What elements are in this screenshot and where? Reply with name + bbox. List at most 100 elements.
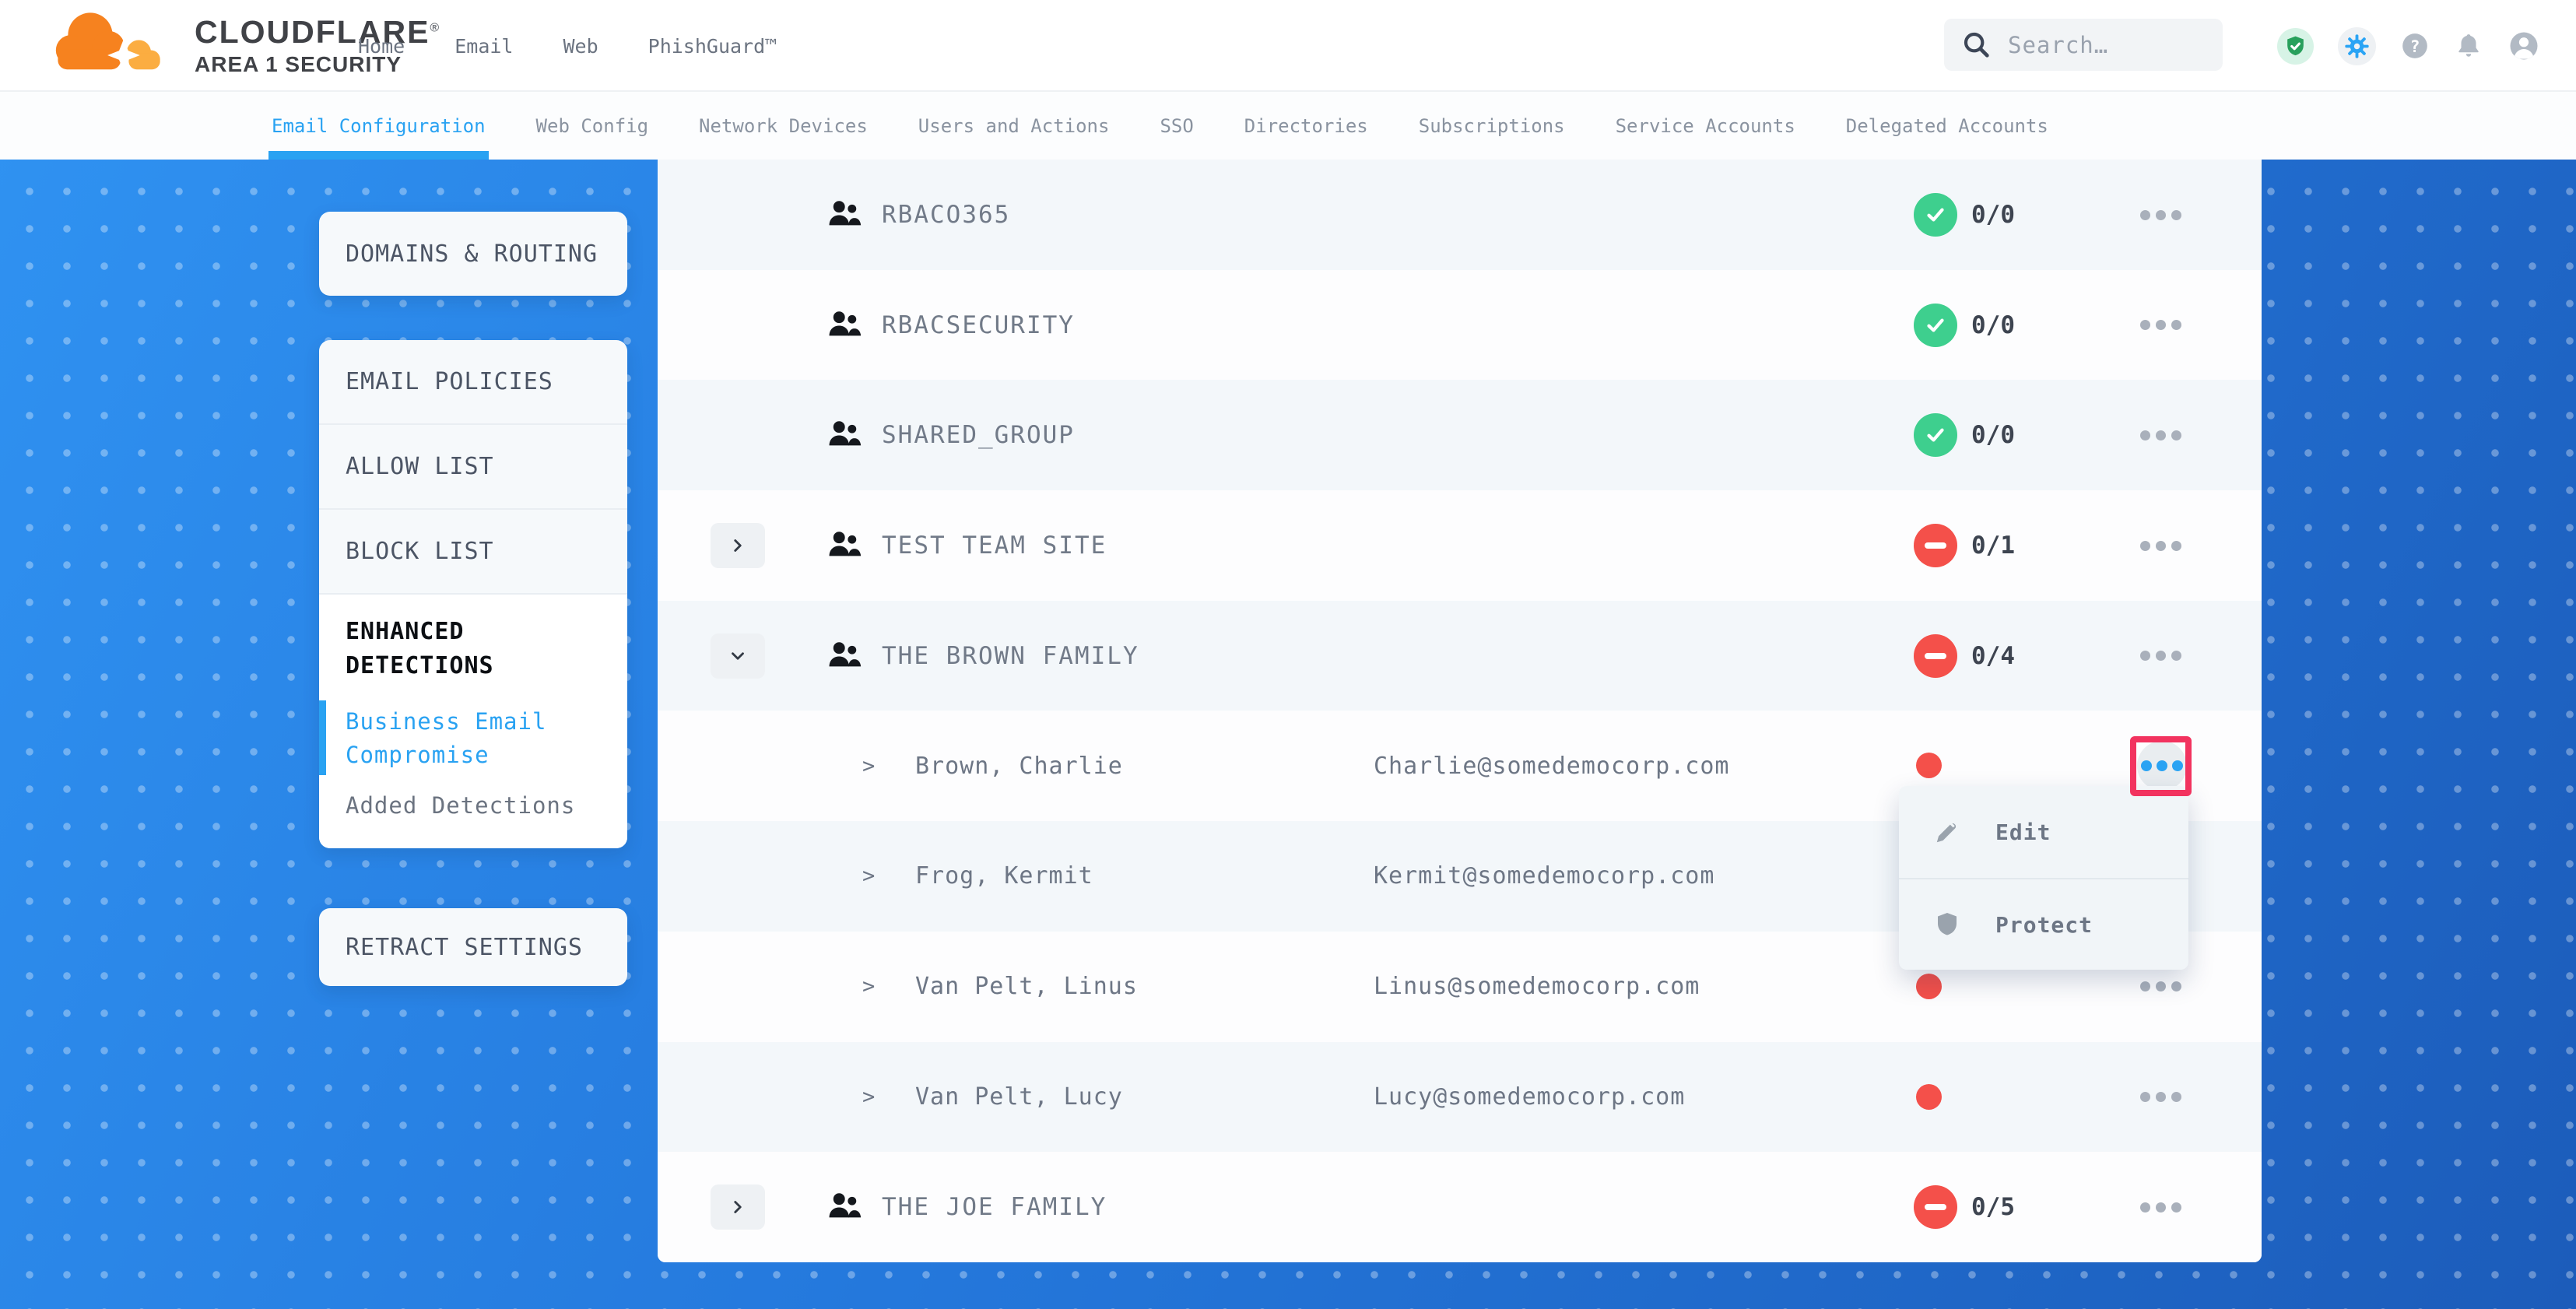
section-tab[interactable]: Subscriptions — [1419, 92, 1565, 160]
user-email: Linus@somedemocorp.com — [1374, 932, 1700, 1042]
context-menu-item-label: Protect — [1995, 912, 2093, 938]
section-tab[interactable]: Email Configuration — [272, 92, 486, 160]
status-ok-icon — [1914, 413, 1957, 457]
user-email: Charlie@somedemocorp.com — [1374, 711, 1729, 821]
row-actions-button[interactable] — [2129, 1072, 2192, 1122]
sidebar-item-allow-list[interactable]: ALLOW LIST — [319, 425, 627, 510]
sidebar-card-policies: EMAIL POLICIES ALLOW LIST BLOCK LIST ENH… — [319, 340, 627, 848]
row-actions-button-active[interactable] — [2137, 741, 2187, 791]
enhanced-detections-section: ENHANCED DETECTIONS Business Email Compr… — [319, 595, 627, 848]
context-menu-item-label: Edit — [1995, 819, 2051, 845]
table-row: > Van Pelt, Lucy Lucy@somedemocorp.com — [658, 1042, 2262, 1153]
nav-item[interactable]: PhishGuard™ — [648, 35, 777, 58]
group-people-icon — [827, 419, 862, 450]
section-tab[interactable]: Delegated Accounts — [1846, 92, 2048, 160]
group-people-icon — [827, 529, 862, 560]
expand-chevron-button[interactable] — [711, 1184, 765, 1230]
group-name: RBACO365 — [882, 160, 1010, 270]
table-row: TEST TEAM SITE 0/1 — [658, 490, 2262, 601]
protected-count: 0/5 — [1971, 1152, 2015, 1262]
group-name: SHARED_GROUP — [882, 380, 1075, 490]
section-tab[interactable]: Service Accounts — [1616, 92, 1795, 160]
settings-gear-icon[interactable] — [2338, 27, 2376, 65]
protected-count: 0/0 — [1971, 160, 2015, 270]
protected-count: 0/1 — [1971, 490, 2015, 601]
status-ok-icon — [1914, 304, 1957, 347]
status-ok-icon — [1914, 193, 1957, 237]
status-blocked-icon — [1914, 634, 1957, 678]
nav-item[interactable]: Home — [358, 35, 405, 58]
user-row-chevron: > — [862, 711, 875, 821]
sidebar-item-domains-routing[interactable]: DOMAINS & ROUTING — [319, 212, 627, 296]
status-alert-dot — [1916, 753, 1942, 778]
expand-chevron-button[interactable] — [711, 633, 765, 679]
sidebar-item-added-detections[interactable]: Added Detections — [346, 792, 601, 819]
table-row: RBACO365 0/0 — [658, 160, 2262, 270]
sidebar-item-business-email-compromise[interactable]: Business Email Compromise — [346, 705, 602, 772]
group-people-icon — [827, 640, 862, 671]
enhanced-detections-title: ENHANCED DETECTIONS — [346, 615, 602, 683]
directory-table: RBACO365 0/0 RBACSEC — [658, 160, 2262, 1262]
group-name: RBACSECURITY — [882, 270, 1075, 381]
user-name: Frog, Kermit — [915, 821, 1093, 932]
user-email: Kermit@somedemocorp.com — [1374, 821, 1714, 932]
shield-check-icon[interactable] — [2277, 28, 2314, 65]
shield-icon — [1933, 911, 1961, 939]
help-icon[interactable]: ? — [2400, 31, 2430, 61]
nav-item[interactable]: Email — [454, 35, 513, 58]
notifications-bell-icon[interactable] — [2454, 31, 2483, 61]
protected-count: 0/0 — [1971, 380, 2015, 490]
group-people-icon — [827, 198, 862, 230]
user-name: Brown, Charlie — [915, 711, 1123, 821]
section-tabbar: Email Configuration Web Config Network D… — [0, 92, 2576, 160]
table-row: THE BROWN FAMILY 0/4 — [658, 601, 2262, 711]
search-box[interactable] — [1944, 19, 2223, 71]
account-avatar-icon[interactable] — [2508, 30, 2540, 62]
nav-item[interactable]: Web — [563, 35, 598, 58]
user-row-chevron: > — [862, 932, 875, 1042]
svg-text:?: ? — [2410, 37, 2420, 57]
row-context-menu: Edit Protect — [1899, 786, 2188, 970]
section-tab[interactable]: Web Config — [536, 92, 649, 160]
row-actions-button[interactable] — [2129, 190, 2192, 240]
section-tab[interactable]: SSO — [1160, 92, 1193, 160]
row-actions-button[interactable] — [2129, 410, 2192, 460]
user-row-chevron: > — [862, 821, 875, 932]
section-tab[interactable]: Directories — [1244, 92, 1368, 160]
sidebar-item-email-policies[interactable]: EMAIL POLICIES — [319, 340, 627, 425]
pencil-icon — [1933, 818, 1961, 846]
sidebar-card-domains-routing: DOMAINS & ROUTING — [319, 212, 627, 296]
context-menu-item[interactable]: Protect — [1899, 878, 2188, 970]
expand-chevron-button[interactable] — [711, 523, 765, 568]
status-blocked-icon — [1914, 524, 1957, 567]
row-actions-button[interactable] — [2129, 631, 2192, 681]
header-icon-cluster: ? — [2277, 0, 2540, 92]
protected-count: 0/0 — [1971, 270, 2015, 381]
group-name: THE JOE FAMILY — [882, 1152, 1107, 1262]
status-alert-dot — [1916, 1084, 1942, 1110]
cloudflare-cloud-icon — [40, 5, 181, 86]
app-header: CLOUDFLARE® AREA 1 SECURITY HomeEmailWeb… — [0, 0, 2576, 92]
search-input[interactable] — [2008, 32, 2206, 58]
sidebar-item-block-list[interactable]: BLOCK LIST — [319, 510, 627, 595]
active-item-indicator-bar — [319, 700, 326, 775]
section-tab[interactable]: Users and Actions — [918, 92, 1110, 160]
sidebar-item-retract-settings[interactable]: RETRACT SETTINGS — [319, 908, 627, 986]
group-name: THE BROWN FAMILY — [882, 601, 1139, 711]
row-actions-button[interactable] — [2129, 1182, 2192, 1232]
user-name: Van Pelt, Lucy — [915, 1042, 1123, 1153]
protected-count: 0/4 — [1971, 601, 2015, 711]
row-actions-button[interactable] — [2129, 300, 2192, 350]
user-row-chevron: > — [862, 1042, 875, 1153]
context-menu-item[interactable]: Edit — [1899, 786, 2188, 878]
sidebar-card-retract: RETRACT SETTINGS — [319, 908, 627, 986]
group-people-icon — [827, 1191, 862, 1222]
status-blocked-icon — [1914, 1185, 1957, 1229]
row-actions-button[interactable] — [2129, 521, 2192, 570]
group-people-icon — [827, 309, 862, 340]
group-name: TEST TEAM SITE — [882, 490, 1107, 601]
primary-nav: Home Email Web PhishGuard™ — [358, 0, 777, 92]
table-row: THE JOE FAMILY 0/5 — [658, 1152, 2262, 1262]
table-row: RBACSECURITY 0/0 — [658, 270, 2262, 381]
section-tab[interactable]: Network Devices — [699, 92, 868, 160]
